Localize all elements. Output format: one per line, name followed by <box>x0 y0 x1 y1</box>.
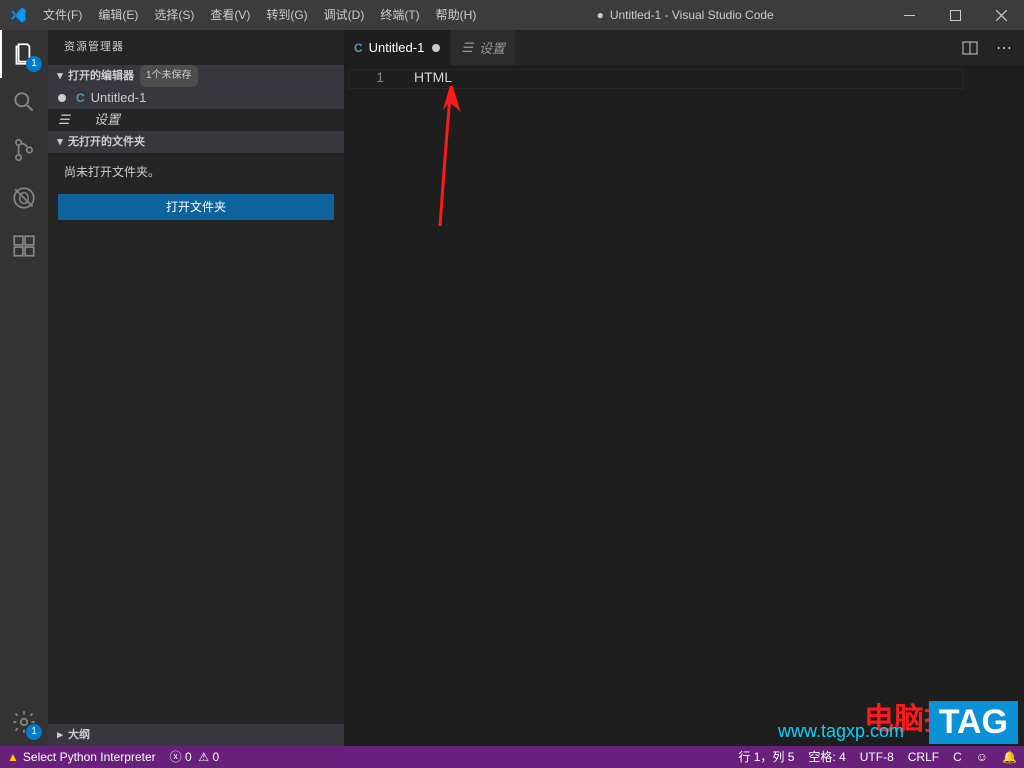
status-problems[interactable]: ⓧ 0 ⚠ 0 <box>163 746 227 768</box>
open-editor-untitled[interactable]: C Untitled-1 <box>48 87 344 109</box>
watermark-tag: TAG <box>929 701 1018 744</box>
open-folder-button[interactable]: 打开文件夹 <box>58 194 334 220</box>
menu-bar: 文件(F) 编辑(E) 选择(S) 查看(V) 转到(G) 调试(D) 终端(T… <box>35 0 484 30</box>
dirty-dot-icon <box>58 94 66 102</box>
editor-tabs: C Untitled-1 ☰ 设置 ⋯ <box>344 30 1024 65</box>
menu-debug[interactable]: 调试(D) <box>316 0 373 30</box>
more-icon[interactable]: ⋯ <box>990 38 1018 58</box>
open-editors-header[interactable]: ▾ 打开的编辑器 1个未保存 <box>48 65 344 87</box>
lang-badge: C <box>76 87 85 109</box>
status-eol[interactable]: CRLF <box>901 746 946 768</box>
no-folder-header[interactable]: ▾ 无打开的文件夹 <box>48 131 344 153</box>
tabs-actions: ⋯ <box>962 30 1024 65</box>
editor-body[interactable]: 1 HTML <box>344 65 1024 746</box>
chevron-down-icon: ▾ <box>52 65 68 87</box>
titlebar: 文件(F) 编辑(E) 选择(S) 查看(V) 转到(G) 调试(D) 终端(T… <box>0 0 1024 30</box>
gear-icon: ☰ <box>461 40 473 56</box>
editor-area: C Untitled-1 ☰ 设置 ⋯ 1 HTML <box>344 30 1024 746</box>
status-encoding[interactable]: UTF-8 <box>853 746 901 768</box>
sidebar-title: 资源管理器 <box>48 30 344 65</box>
activity-search[interactable] <box>0 78 48 126</box>
status-feedback-icon[interactable]: ☺ <box>969 746 995 768</box>
menu-terminal[interactable]: 终端(T) <box>372 0 427 30</box>
activity-debug[interactable] <box>0 174 48 222</box>
menu-help[interactable]: 帮助(H) <box>428 0 485 30</box>
open-editor-label: 设置 <box>94 109 120 131</box>
chevron-down-icon: ▾ <box>52 131 68 153</box>
minimize-button[interactable] <box>886 0 932 30</box>
status-python-warning[interactable]: ▲ Select Python Interpreter <box>0 746 163 768</box>
activity-explorer[interactable]: 1 <box>0 30 48 78</box>
tab-label: 设置 <box>479 38 505 57</box>
window-controls <box>886 0 1024 30</box>
no-folder-message: 尚未打开文件夹。 <box>48 153 344 190</box>
open-editor-label: Untitled-1 <box>91 87 147 109</box>
activity-bar: 1 1 <box>0 30 48 746</box>
tab-untitled-1[interactable]: C Untitled-1 <box>344 30 451 65</box>
explorer-badge: 1 <box>26 56 42 72</box>
window-title: ●Untitled-1 - Visual Studio Code <box>484 8 886 22</box>
sidebar: 资源管理器 ▾ 打开的编辑器 1个未保存 C Untitled-1 ☰ 设置 ▾… <box>48 30 344 746</box>
error-icon: ⓧ <box>170 746 182 768</box>
menu-goto[interactable]: 转到(G) <box>258 0 315 30</box>
maximize-button[interactable] <box>932 0 978 30</box>
code-area[interactable]: HTML <box>404 65 1024 746</box>
lang-badge: C <box>354 41 363 55</box>
status-bell-icon[interactable]: 🔔 <box>995 746 1024 768</box>
activity-settings[interactable]: 1 <box>0 698 48 746</box>
split-editor-icon[interactable] <box>962 40 990 56</box>
status-ln-col[interactable]: 行 1，列 5 <box>731 746 801 768</box>
menu-file[interactable]: 文件(F) <box>35 0 90 30</box>
settings-badge: 1 <box>26 724 42 740</box>
warning-icon: ⚠ <box>198 746 209 768</box>
vscode-logo-icon <box>0 6 35 24</box>
menu-edit[interactable]: 编辑(E) <box>90 0 146 30</box>
status-spaces[interactable]: 空格: 4 <box>801 746 852 768</box>
menu-select[interactable]: 选择(S) <box>146 0 202 30</box>
status-language[interactable]: C <box>946 746 969 768</box>
unsaved-tag: 1个未保存 <box>140 65 198 87</box>
gear-icon: ☰ <box>58 109 70 131</box>
gutter: 1 <box>344 65 404 746</box>
tab-label: Untitled-1 <box>369 40 425 55</box>
chevron-right-icon: ▸ <box>52 724 68 746</box>
outline-header[interactable]: ▸ 大纲 <box>48 724 344 746</box>
open-editor-settings[interactable]: ☰ 设置 <box>48 109 344 131</box>
tab-settings[interactable]: ☰ 设置 <box>451 30 516 65</box>
close-button[interactable] <box>978 0 1024 30</box>
activity-source-control[interactable] <box>0 126 48 174</box>
warning-icon: ▲ <box>7 746 19 768</box>
menu-view[interactable]: 查看(V) <box>202 0 258 30</box>
statusbar: ▲ Select Python Interpreter ⓧ 0 ⚠ 0 行 1，… <box>0 746 1024 768</box>
watermark-url: www.tagxp.com <box>778 721 904 742</box>
code-text: HTML <box>414 69 452 85</box>
main-area: 1 1 资源管理器 ▾ 打开的编辑器 1个未保存 C Untitled-1 <box>0 30 1024 746</box>
dirty-dot-icon <box>432 44 440 52</box>
activity-extensions[interactable] <box>0 222 48 270</box>
